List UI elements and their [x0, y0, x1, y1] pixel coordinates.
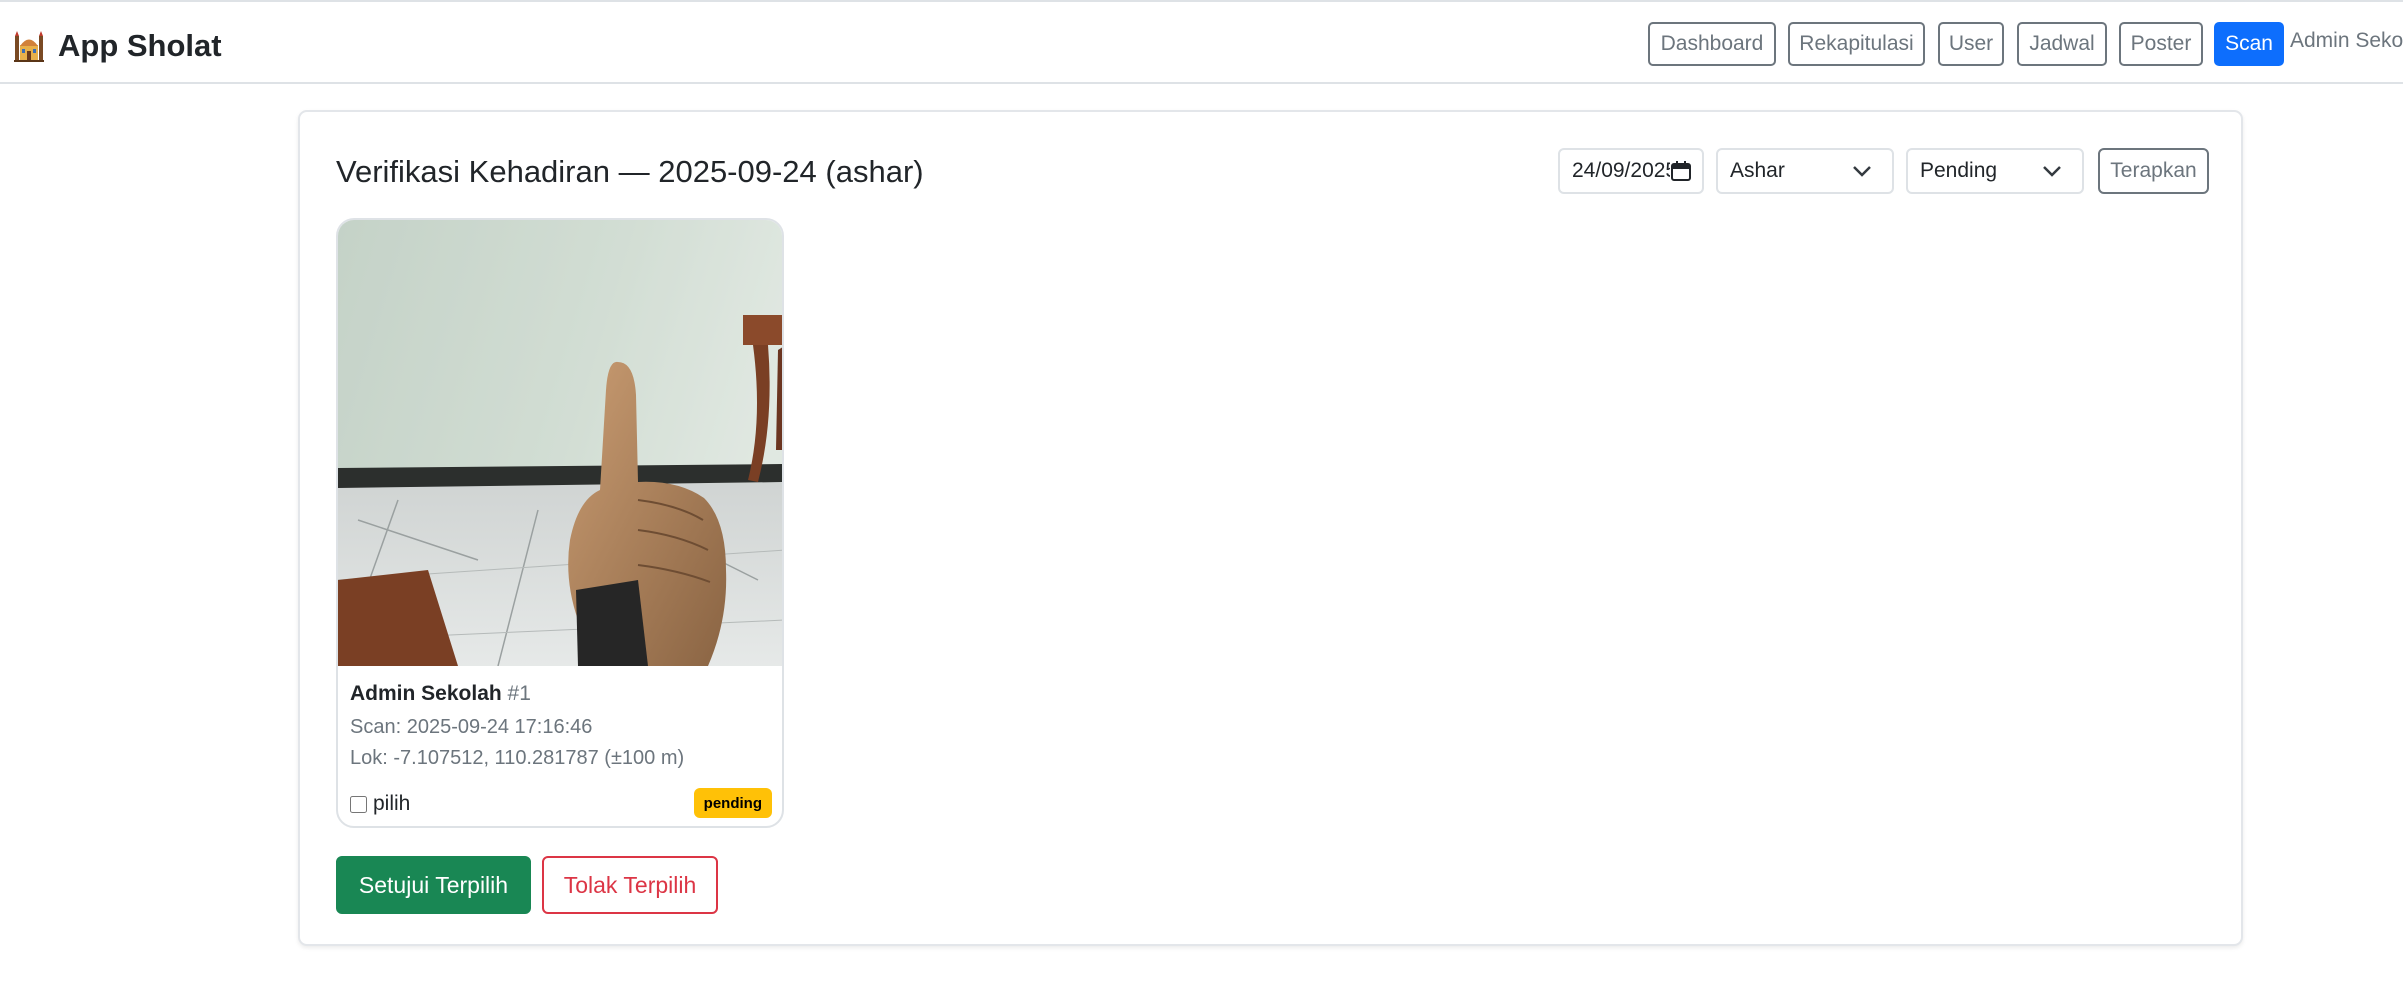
chevron-down-icon	[1853, 166, 1871, 177]
select-checkbox[interactable]	[350, 795, 367, 813]
brand-name: App Sholat	[58, 28, 222, 63]
approve-selected-button[interactable]: Setujui Terpilih	[336, 856, 531, 914]
attendee-name: Admin Sekolah #1	[350, 682, 531, 706]
prayer-select-value: Ashar	[1730, 159, 1785, 182]
nav-scan-button[interactable]: Scan	[2214, 22, 2284, 66]
scan-location: Lok: -7.107512, 110.281787 (±100 m)	[350, 747, 685, 769]
status-select-value: Pending	[1920, 159, 1998, 182]
nav-jadwal-button[interactable]: Jadwal	[2017, 22, 2107, 66]
nav-user-name[interactable]: Admin Sekolah	[2290, 29, 2403, 53]
date-filter-value: 24/09/2025	[1572, 159, 1670, 182]
nav-poster-button[interactable]: Poster	[2119, 22, 2203, 66]
attendee-id: #1	[507, 682, 531, 705]
reject-selected-button[interactable]: Tolak Terpilih	[542, 856, 718, 914]
verification-card: Verifikasi Kehadiran — 2025-09-24 (ashar…	[298, 110, 2243, 946]
mosque-icon	[14, 31, 44, 62]
calendar-icon	[1671, 161, 1691, 181]
brand[interactable]: App Sholat	[12, 26, 222, 66]
attendance-card: Admin Sekolah #1 Scan: 2025-09-24 17:16:…	[336, 218, 784, 828]
prayer-select[interactable]: Ashar	[1716, 148, 1894, 194]
navbar: App Sholat Dashboard Rekapitulasi User J…	[0, 0, 2403, 84]
attendee-name-text: Admin Sekolah	[350, 682, 502, 705]
nav-rekapitulasi-button[interactable]: Rekapitulasi	[1788, 22, 1925, 66]
nav-dashboard-button[interactable]: Dashboard	[1648, 22, 1776, 66]
chevron-down-icon	[2043, 166, 2061, 177]
page-title: Verifikasi Kehadiran — 2025-09-24 (ashar…	[336, 154, 924, 189]
apply-filter-button[interactable]: Terapkan	[2098, 148, 2209, 194]
thumbs-up-photo[interactable]	[338, 220, 784, 666]
select-checkbox-label[interactable]: pilih	[350, 792, 410, 816]
nav-user-button[interactable]: User	[1938, 22, 2004, 66]
scan-time: Scan: 2025-09-24 17:16:46	[350, 716, 593, 738]
select-checkbox-text: pilih	[373, 792, 411, 815]
status-select[interactable]: Pending	[1906, 148, 2084, 194]
date-filter-input[interactable]: 24/09/2025	[1558, 148, 1704, 194]
status-badge: pending	[693, 788, 772, 818]
